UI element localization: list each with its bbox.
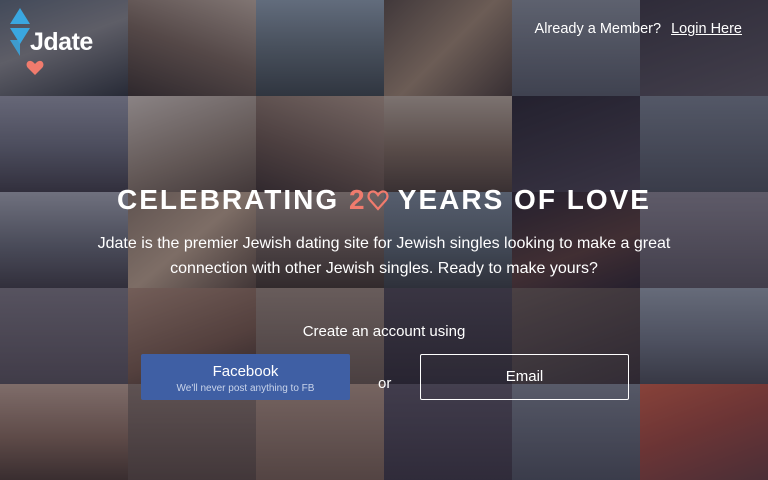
- headline-suffix: YEARS OF LOVE: [388, 184, 651, 215]
- facebook-button-label: Facebook: [212, 363, 279, 380]
- headline-prefix: CELEBRATING: [117, 184, 349, 215]
- background-photo: [640, 0, 768, 96]
- background-photo: [128, 96, 256, 192]
- top-nav: Already a Member? Login Here: [535, 21, 742, 37]
- heart-icon: [26, 60, 44, 75]
- login-link[interactable]: Login Here: [671, 21, 742, 37]
- background-photo: [384, 0, 512, 96]
- background-photo: [512, 0, 640, 96]
- background-photo: [0, 384, 128, 480]
- background-photo: [128, 0, 256, 96]
- background-photo: [512, 96, 640, 192]
- hero-headline: CELEBRATING 2 YEARS OF LOVE: [0, 184, 768, 216]
- jdate-logo[interactable]: Jdate: [6, 6, 110, 78]
- signup-prompt: Create an account using: [302, 323, 466, 340]
- member-prompt: Already a Member?: [534, 21, 662, 37]
- or-separator: or: [378, 375, 392, 392]
- facebook-button-sublabel: We'll never post anything to FB: [176, 383, 315, 394]
- headline-number: 2: [348, 184, 367, 215]
- background-photo: [0, 96, 128, 192]
- background-photo: [384, 96, 512, 192]
- background-photo: [256, 0, 384, 96]
- heart-icon: [367, 190, 389, 211]
- background-photo: [640, 384, 768, 480]
- email-signup-button[interactable]: Email: [420, 354, 629, 400]
- background-photo: [256, 96, 384, 192]
- facebook-signup-button[interactable]: Facebook We'll never post anything to FB: [141, 354, 350, 400]
- logo-wordmark: Jdate: [30, 28, 93, 56]
- background-photo: [640, 96, 768, 192]
- hero-tagline: Jdate is the premier Jewish dating site …: [97, 235, 671, 277]
